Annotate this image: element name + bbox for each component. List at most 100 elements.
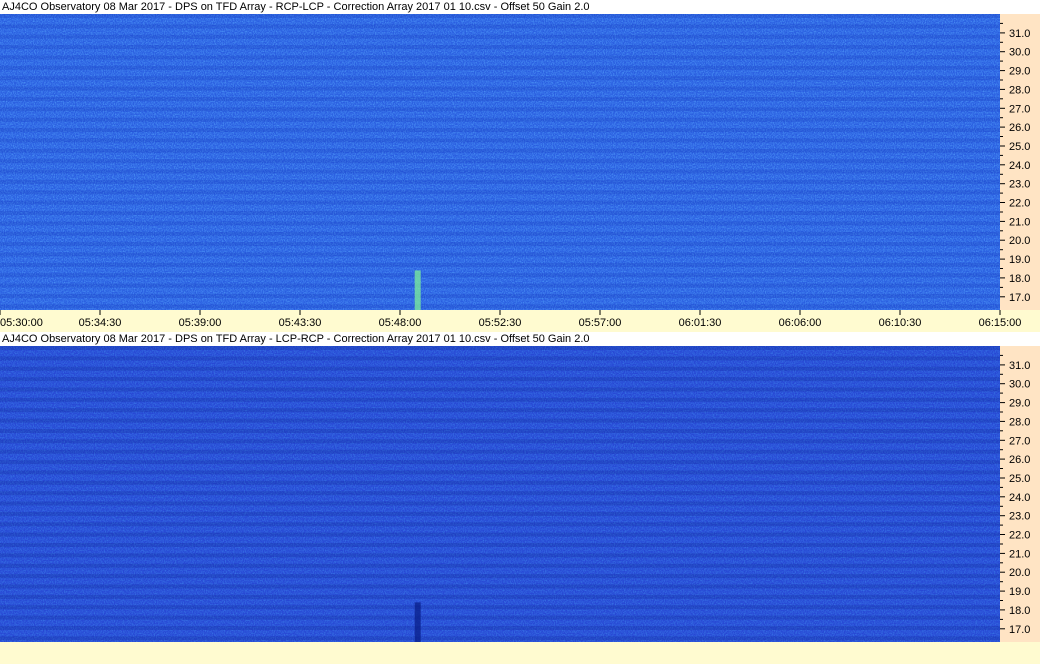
top-spectrogram-plot xyxy=(0,14,1000,310)
spectrogram-band xyxy=(0,511,1000,516)
time-tick-label: 05:57:00 xyxy=(579,317,622,329)
time-tick-label: 06:10:30 xyxy=(879,317,922,329)
spectrogram-band xyxy=(0,211,1000,215)
frequency-tick-label: 26.0 xyxy=(1009,454,1030,466)
spectrogram-band xyxy=(0,221,1000,226)
time-tick-label: 06:15:00 xyxy=(979,317,1022,329)
spectrogram-band xyxy=(0,439,1000,444)
frequency-tick-label: 18.0 xyxy=(1009,273,1030,285)
frequency-tick-label: 29.0 xyxy=(1009,66,1030,78)
spectrogram-band xyxy=(0,491,1000,496)
spectrogram-band xyxy=(0,24,1000,29)
top-spectrogram[interactable] xyxy=(0,14,1000,310)
spectrogram-band xyxy=(0,34,1000,39)
spectrogram-band xyxy=(0,501,1000,506)
bottom-spectrogram[interactable] xyxy=(0,346,1000,642)
spectrogram-band xyxy=(0,626,1000,630)
bottom-time-axis xyxy=(0,642,1040,664)
spectrogram-band xyxy=(0,408,1000,413)
frequency-tick-label: 19.0 xyxy=(1009,586,1030,598)
frequency-tick-label: 19.0 xyxy=(1009,254,1030,266)
frequency-tick-label: 17.0 xyxy=(1009,292,1030,304)
spectrogram-band xyxy=(0,636,1000,641)
spectrogram-band xyxy=(0,397,1000,402)
time-tick-label: 05:34:30 xyxy=(79,317,122,329)
spectrogram-band xyxy=(0,200,1000,205)
top-frequency-axis: 31.0 30.0 29.0 28.0 27.0 26.0 25.0 24.0 23.0 22.0… xyxy=(1000,14,1040,310)
frequency-tick-label: 31.0 xyxy=(1009,360,1030,372)
frequency-tick-label: 30.0 xyxy=(1009,47,1030,59)
spectrogram-band xyxy=(0,460,1000,465)
spectrogram-band xyxy=(0,242,1000,247)
spectrogram-band xyxy=(0,231,1000,236)
frequency-tick-label: 27.0 xyxy=(1009,103,1030,115)
frequency-tick-label: 24.0 xyxy=(1009,160,1030,172)
spectrogram-band xyxy=(0,387,1000,392)
bottom-panel-title: AJ4CO Observatory 08 Mar 2017 - DPS on T… xyxy=(2,333,590,345)
top-frequency-axis-plot: 31.0 30.0 29.0 28.0 27.0 26.0 25.0 24.0 23.0 22.0… xyxy=(1000,22,1030,304)
spectrogram-band xyxy=(0,55,1000,60)
spectrogram-band xyxy=(0,480,1000,485)
frequency-tick-label: 30.0 xyxy=(1009,379,1030,391)
frequency-tick-label: 29.0 xyxy=(1009,398,1030,410)
spectrogram-band xyxy=(0,294,1000,298)
frequency-tick-label: 28.0 xyxy=(1009,416,1030,428)
spectrogram-band xyxy=(0,65,1000,70)
frequency-tick-label: 22.0 xyxy=(1009,198,1030,210)
frequency-tick-label: 26.0 xyxy=(1009,122,1030,134)
frequency-tick-label: 25.0 xyxy=(1009,473,1030,485)
spectrogram-band xyxy=(0,190,1000,195)
spectrogram-band xyxy=(0,584,1000,589)
spectrogram-band xyxy=(0,283,1000,288)
spectrogram-band xyxy=(0,262,1000,267)
spectrogram-band xyxy=(0,107,1000,112)
spectrogram-band xyxy=(0,532,1000,537)
frequency-tick-label: 31.0 xyxy=(1009,28,1030,40)
spectrogram-band xyxy=(0,14,1000,18)
spectrogram-band xyxy=(0,429,1000,433)
top-panel-title: AJ4CO Observatory 08 Mar 2017 - DPS on T… xyxy=(2,1,590,13)
bottom-frequency-axis-plot: 31.0 30.0 29.0 28.0 27.0 26.0 25.0 24.0 23.0 22.0… xyxy=(1000,354,1030,636)
spectrogram-band xyxy=(0,615,1000,620)
spectrogram-band xyxy=(0,45,1000,50)
spectrogram-band xyxy=(0,594,1000,599)
time-tick-label: 05:30:00 xyxy=(0,317,43,329)
time-axis: 05:30:00 05:34:30 05:39:00 05:43:30 05:48:00… xyxy=(0,310,1040,332)
spectrogram-band xyxy=(0,377,1000,382)
time-axis-plot: 05:30:00 05:34:30 05:39:00 05:43:30 05:48:00… xyxy=(0,310,1022,329)
frequency-tick-label: 21.0 xyxy=(1009,216,1030,228)
frequency-tick-label: 17.0 xyxy=(1009,624,1030,636)
spectrogram-band xyxy=(0,169,1000,174)
spectrogram-band xyxy=(0,159,1000,164)
frequency-tick-label: 22.0 xyxy=(1009,530,1030,542)
time-tick-label: 06:01:30 xyxy=(679,317,722,329)
spectrogram-band xyxy=(0,252,1000,257)
time-tick-label: 05:52:30 xyxy=(479,317,522,329)
spectrogram-band xyxy=(0,543,1000,547)
frequency-tick-label: 23.0 xyxy=(1009,511,1030,523)
frequency-tick-label: 18.0 xyxy=(1009,605,1030,617)
spectrogram-band xyxy=(0,76,1000,81)
spectrogram-band xyxy=(0,574,1000,579)
spectrogram-band xyxy=(0,356,1000,361)
spectrogram-band xyxy=(0,563,1000,568)
frequency-tick-label: 24.0 xyxy=(1009,492,1030,504)
spectrogram-band xyxy=(0,273,1000,278)
frequency-tick-label: 25.0 xyxy=(1009,141,1030,153)
spectrogram-band xyxy=(0,128,1000,133)
spectrogram-band xyxy=(0,117,1000,122)
spectrogram-band xyxy=(0,179,1000,184)
spectrogram-band xyxy=(0,366,1000,371)
bottom-spectrogram-plot xyxy=(0,346,1000,642)
frequency-tick-label: 21.0 xyxy=(1009,548,1030,560)
frequency-tick-label: 20.0 xyxy=(1009,567,1030,579)
time-tick-label: 05:43:30 xyxy=(279,317,322,329)
time-tick-label: 06:06:00 xyxy=(779,317,822,329)
spectrogram-band xyxy=(0,418,1000,423)
spectrogram-band xyxy=(0,605,1000,610)
time-tick-label: 05:39:00 xyxy=(179,317,222,329)
spectrogram-band xyxy=(0,522,1000,527)
spectrogram-band xyxy=(0,553,1000,558)
frequency-tick-label: 23.0 xyxy=(1009,179,1030,191)
spectrogram-burst xyxy=(414,602,421,642)
